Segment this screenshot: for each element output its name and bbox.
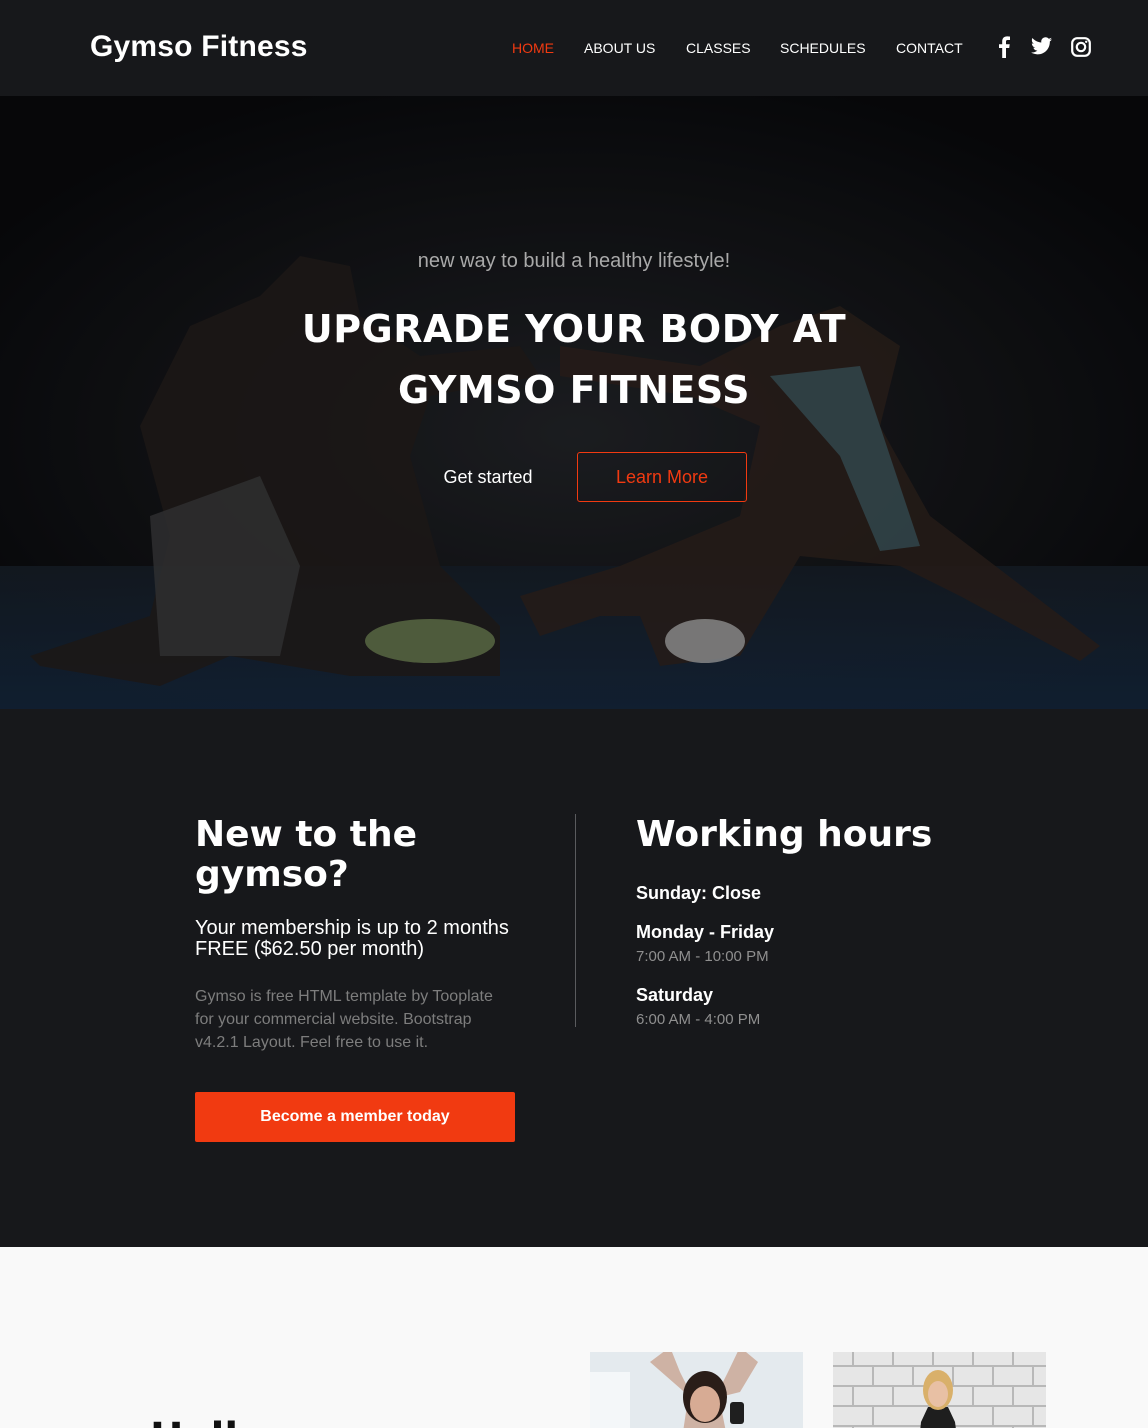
- hero-subtitle: new way to build a healthy lifestyle!: [417, 250, 731, 272]
- about-section: Hell: [0, 1247, 1148, 1428]
- membership-hours-section: New to the gymso? Your membership is up …: [0, 709, 1148, 1247]
- membership-heading-line1: New to the: [195, 814, 418, 855]
- nav-contact[interactable]: CONTACT: [896, 40, 963, 56]
- hours-saturday-time: 6:00 AM - 4:00 PM: [636, 1011, 761, 1028]
- membership-desc-line1: Gymso is free HTML template by Tooplate: [195, 988, 493, 1005]
- membership-lead-line1: Your membership is up to 2 months: [195, 917, 509, 939]
- hours-sunday: Sunday: Close: [636, 883, 762, 903]
- nav-about-us[interactable]: ABOUT US: [584, 40, 655, 56]
- trainer-image-1: [590, 1352, 803, 1428]
- hero-title-line2: GYMSO FITNESS: [398, 368, 750, 412]
- twitter-icon[interactable]: [1031, 36, 1052, 56]
- column-divider: [575, 814, 576, 1027]
- top-navbar: Gymso Fitness HOME ABOUT US CLASSES SCHE…: [0, 0, 1148, 96]
- about-heading: Hell: [150, 1415, 238, 1428]
- instagram-icon[interactable]: [1071, 36, 1091, 58]
- membership-desc-line3: v4.2.1 Layout. Feel free to use it.: [195, 1034, 429, 1051]
- hours-weekday-label: Monday - Friday: [636, 922, 775, 942]
- membership-heading: New to the gymso?: [195, 815, 525, 895]
- membership-column: New to the gymso? Your membership is up …: [195, 815, 525, 1054]
- become-member-button[interactable]: Become a member today: [195, 1092, 515, 1142]
- membership-description: Gymso is free HTML template by Tooplate …: [195, 985, 525, 1054]
- membership-lead-line2: FREE ($62.50 per month): [195, 938, 424, 960]
- membership-lead: Your membership is up to 2 months FREE (…: [195, 918, 525, 960]
- main-nav: HOME ABOUT US CLASSES SCHEDULES CONTACT: [0, 40, 1148, 60]
- hours-saturday-label: Saturday: [636, 985, 714, 1005]
- nav-schedules[interactable]: SCHEDULES: [780, 40, 866, 56]
- learn-more-button[interactable]: Learn More: [577, 452, 747, 502]
- hours-column: Working hours Sunday: Close Monday - Fri…: [636, 815, 976, 1029]
- trainer-photo-2: [833, 1352, 1046, 1428]
- trainer-photo-1: [590, 1352, 803, 1428]
- hours-heading: Working hours: [636, 814, 933, 855]
- membership-heading-line2: gymso?: [195, 854, 349, 895]
- hero-title-line1: UPGRADE YOUR BODY AT: [301, 307, 847, 351]
- nav-classes[interactable]: CLASSES: [686, 40, 751, 56]
- trainer-image-2: [833, 1352, 1046, 1428]
- hours-weekday-time: 7:00 AM - 10:00 PM: [636, 948, 769, 965]
- get-started-button[interactable]: Get started: [420, 453, 556, 501]
- facebook-icon[interactable]: [997, 36, 1011, 58]
- hero-section: new way to build a healthy lifestyle! UP…: [0, 96, 1148, 709]
- hero-title: UPGRADE YOUR BODY AT GYMSO FITNESS: [224, 299, 924, 421]
- membership-desc-line2: for your commercial website. Bootstrap: [195, 1011, 472, 1028]
- nav-home[interactable]: HOME: [512, 40, 554, 56]
